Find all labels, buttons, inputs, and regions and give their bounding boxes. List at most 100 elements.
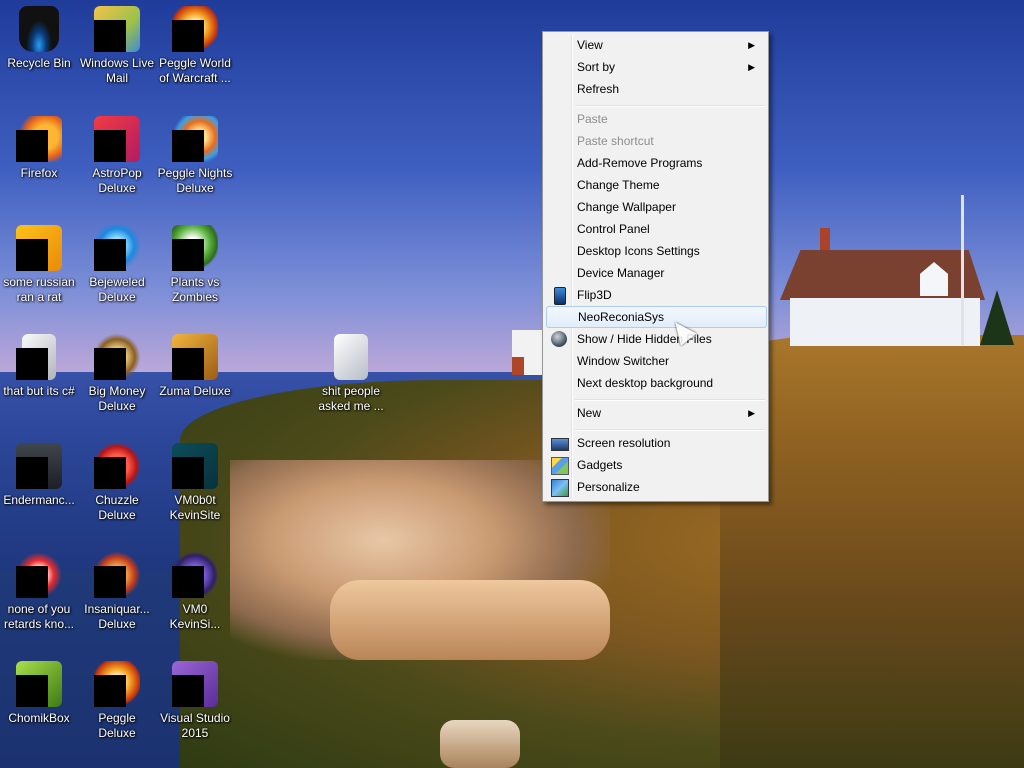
flip3d-icon — [554, 287, 566, 305]
money-bag-icon — [94, 334, 140, 380]
desktop-icon-chomikbox[interactable]: ChomikBox — [0, 655, 78, 726]
menu-item-label: Paste — [577, 112, 608, 126]
desktop-icon-label: Firefox — [20, 166, 58, 180]
desktop-icon-label: Windows Live Mail — [79, 56, 155, 85]
menu-item-window-switcher[interactable]: Window Switcher — [546, 350, 765, 372]
menu-item-label: New — [577, 406, 602, 420]
peggle-icon — [172, 116, 218, 162]
desktop-icon-label: Endermanc... — [3, 493, 75, 507]
submenu-arrow-icon: ▶ — [748, 62, 755, 72]
desktop-icon-label: shit people asked me ... — [318, 384, 384, 413]
menu-item-neoreconiasys[interactable]: NeoReconiaSys — [546, 306, 767, 328]
desktop-icon-visual-studio[interactable]: Visual Studio 2015 — [156, 655, 234, 741]
menu-item-label: Change Wallpaper — [577, 200, 676, 214]
app-icon — [172, 552, 218, 598]
menu-item-label: View — [577, 38, 603, 52]
submenu-arrow-icon: ▶ — [748, 408, 755, 418]
menu-item-gadgets[interactable]: Gadgets — [546, 454, 765, 476]
menu-item-label: Device Manager — [577, 266, 665, 280]
desktop-icon-endermanc[interactable]: Endermanc... — [0, 437, 78, 508]
terminal-icon — [16, 443, 62, 489]
desktop-icon-label: Visual Studio 2015 — [160, 711, 230, 740]
menu-item-show-hide-hidden-files[interactable]: Show / Hide Hidden Files — [546, 328, 765, 350]
desktop-icon-label: Peggle Nights Deluxe — [157, 166, 233, 195]
desktop-context-menu[interactable]: View ▶ Sort by ▶ Refresh Paste Paste sho… — [542, 31, 769, 502]
desktop-icon-that-but-its-c[interactable]: that but its c# — [0, 328, 78, 399]
plant-icon — [172, 225, 218, 271]
menu-item-paste: Paste — [546, 108, 765, 130]
chomikbox-icon — [16, 661, 62, 707]
game-icon — [94, 443, 140, 489]
menu-item-label: Paste shortcut — [577, 134, 654, 148]
menu-item-personalize[interactable]: Personalize — [546, 476, 765, 498]
menu-item-view[interactable]: View ▶ — [546, 34, 765, 56]
desktop-icon-label: Plants vs Zombies — [170, 275, 220, 304]
desktop-icon-shit-people[interactable]: shit people asked me ... — [312, 328, 390, 414]
menu-item-label: Add-Remove Programs — [577, 156, 703, 170]
menu-item-add-remove-programs[interactable]: Add-Remove Programs — [546, 152, 765, 174]
app-icon — [16, 225, 62, 271]
menu-item-change-theme[interactable]: Change Theme — [546, 174, 765, 196]
app-icon — [172, 443, 218, 489]
desktop-icon-peggle-nights[interactable]: Peggle Nights Deluxe — [156, 110, 234, 196]
wallpaper-shed — [512, 330, 544, 375]
desktop-icon-zuma[interactable]: Zuma Deluxe — [156, 328, 234, 399]
recycle-bin-icon — [16, 6, 62, 52]
menu-item-control-panel[interactable]: Control Panel — [546, 218, 765, 240]
desktop-icon-label: Insaniquar... Deluxe — [84, 602, 150, 631]
desktop-icon-astropop[interactable]: AstroPop Deluxe — [78, 110, 156, 196]
menu-item-label: Control Panel — [577, 222, 650, 236]
shortcut-icon — [16, 334, 62, 380]
wallpaper-tree — [980, 290, 1014, 345]
desktop-icon-insaniquarium[interactable]: Insaniquar... Deluxe — [78, 546, 156, 632]
menu-item-flip3d[interactable]: Flip3D — [546, 284, 765, 306]
desktop-icon-label: AstroPop Deluxe — [92, 166, 142, 195]
screen-resolution-icon — [551, 438, 569, 451]
menu-item-change-wallpaper[interactable]: Change Wallpaper — [546, 196, 765, 218]
desktop-icon-windows-live-mail[interactable]: Windows Live Mail — [78, 0, 156, 86]
menu-item-label: Screen resolution — [577, 436, 671, 450]
desktop-icon-none-of-you[interactable]: none of you retards kno... — [0, 546, 78, 632]
desktop-icon-label: ChomikBox — [8, 711, 70, 725]
menu-separator — [575, 105, 765, 107]
menu-item-device-manager[interactable]: Device Manager — [546, 262, 765, 284]
mail-icon — [94, 6, 140, 52]
desktop-icon-vm0b0t[interactable]: VM0b0t KevinSite — [156, 437, 234, 523]
desktop-icon-peggle-deluxe[interactable]: Peggle Deluxe — [78, 655, 156, 741]
desktop-icon-peggle-wow[interactable]: Peggle World of Warcraft ... — [156, 0, 234, 86]
desktop-icon-some-russian[interactable]: some russian ran a rat — [0, 219, 78, 305]
desktop-icon-bejeweled[interactable]: Bejeweled Deluxe — [78, 219, 156, 305]
gadgets-icon — [551, 457, 569, 475]
desktop-icon-firefox[interactable]: Firefox — [0, 110, 78, 181]
gem-icon — [94, 225, 140, 271]
peggle-icon — [94, 661, 140, 707]
menu-item-sort-by[interactable]: Sort by ▶ — [546, 56, 765, 78]
desktop-icon-label: Peggle Deluxe — [98, 711, 136, 740]
desktop-icon-label: Peggle World of Warcraft ... — [159, 56, 231, 85]
desktop-icon-label: Big Money Deluxe — [88, 384, 146, 413]
desktop-icon-vm0-kevinsite[interactable]: VM0 KevinSi... — [156, 546, 234, 632]
file-icon — [328, 334, 374, 380]
menu-item-label: NeoReconiaSys — [578, 310, 665, 324]
show-hide-icon — [551, 331, 567, 347]
game-icon — [172, 334, 218, 380]
menu-item-desktop-icons-settings[interactable]: Desktop Icons Settings — [546, 240, 765, 262]
game-icon — [94, 116, 140, 162]
menu-item-refresh[interactable]: Refresh — [546, 78, 765, 100]
menu-item-label: Gadgets — [577, 458, 623, 472]
desktop-icon-label: some russian ran a rat — [3, 275, 75, 304]
desktop-icon-label: Zuma Deluxe — [159, 384, 231, 398]
personalize-icon — [551, 479, 569, 497]
peggle-icon — [172, 6, 218, 52]
desktop-icon-label: none of you retards kno... — [3, 602, 75, 631]
desktop-icon-chuzzle[interactable]: Chuzzle Deluxe — [78, 437, 156, 523]
desktop-icon-recycle-bin[interactable]: Recycle Bin — [0, 0, 78, 71]
desktop-icon-label: VM0 KevinSi... — [169, 602, 221, 631]
desktop-icon-plants-vs-zombies[interactable]: Plants vs Zombies — [156, 219, 234, 305]
menu-item-label: Personalize — [577, 480, 640, 494]
desktop-icon-label: VM0b0t KevinSite — [169, 493, 221, 522]
menu-item-next-desktop-background[interactable]: Next desktop background — [546, 372, 765, 394]
menu-item-screen-resolution[interactable]: Screen resolution — [546, 432, 765, 454]
desktop-icon-big-money[interactable]: Big Money Deluxe — [78, 328, 156, 414]
menu-item-new[interactable]: New ▶ — [546, 402, 765, 424]
